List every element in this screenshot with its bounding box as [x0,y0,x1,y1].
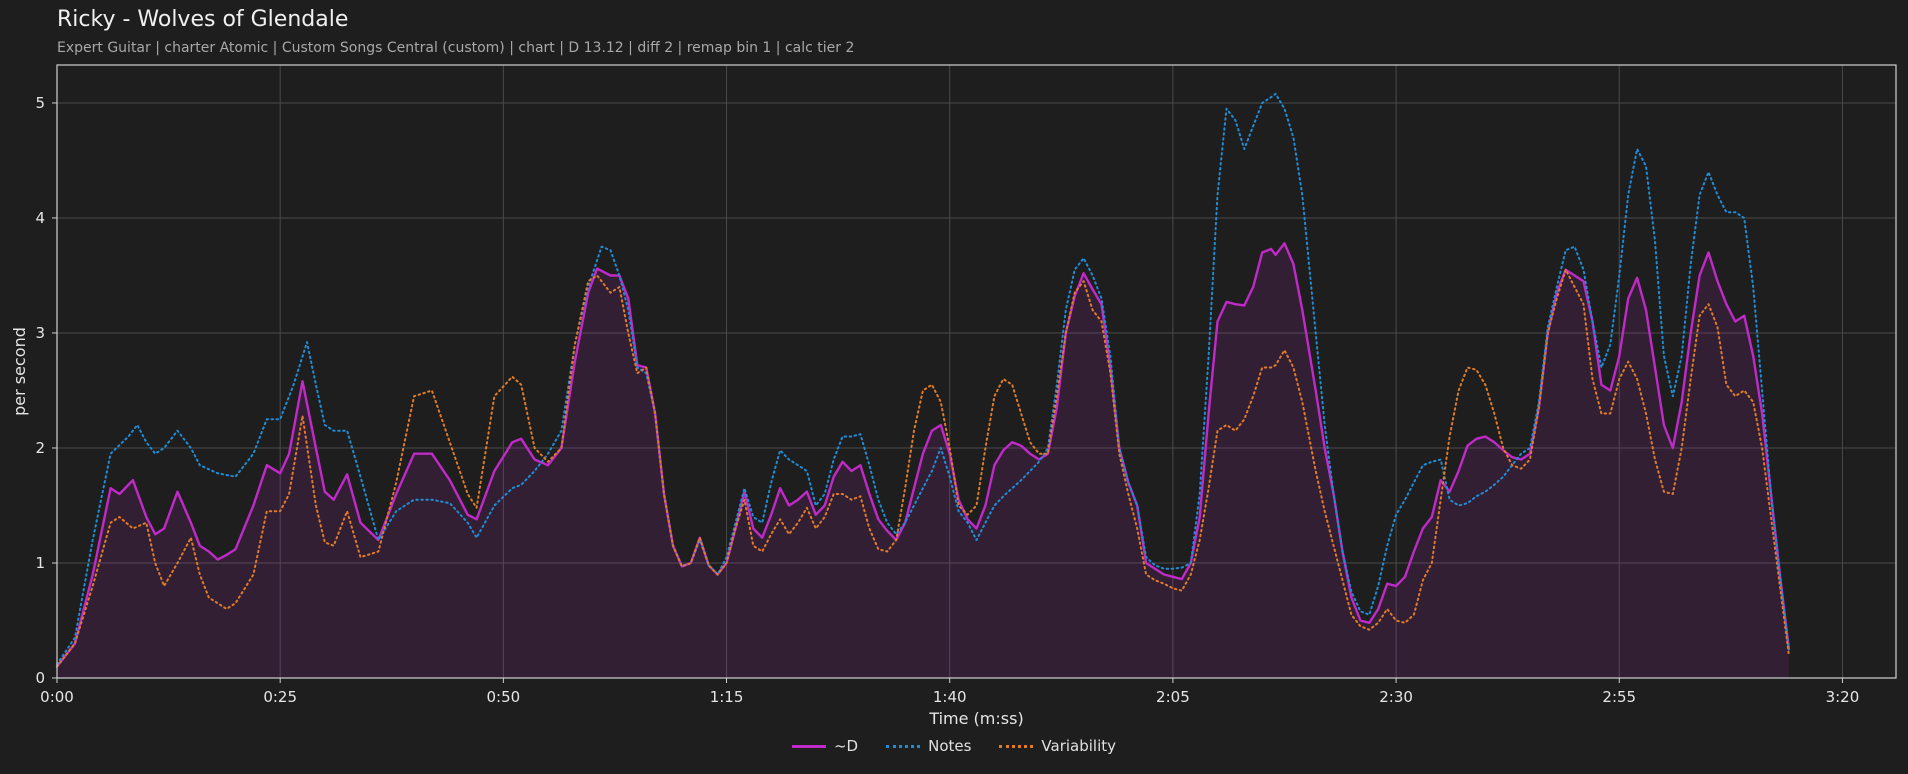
x-tick-label: 2:30 [1379,688,1413,706]
x-tick-label: 1:40 [933,688,967,706]
x-tick-label: 0:50 [487,688,521,706]
x-tick-label: 2:55 [1602,688,1636,706]
x-tick-label: 1:15 [710,688,744,706]
legend-item: Notes [886,737,971,755]
x-tick-label: 0:00 [40,688,74,706]
y-tick-label: 1 [35,554,45,572]
y-tick-label: 2 [35,439,45,457]
y-tick-label: 0 [35,669,45,687]
line-chart: 0:00 0:25 0:50 1:15 1:40 2:05 2:30 2:55 3:20 0 1 2 3… [10,64,1897,728]
x-tick-label: 3:20 [1826,688,1860,706]
x-tick-label: 0:25 [263,688,297,706]
y-tick-label: 4 [35,209,45,227]
y-axis-label: per second [10,327,29,416]
x-axis-label: Time (m:ss) [928,709,1023,728]
legend-item: ~D [791,737,859,755]
legend-label: Notes [928,737,972,755]
x-tick-label: 2:05 [1156,688,1190,706]
legend-label: Variability [1041,737,1117,755]
legend-swatch [791,744,826,748]
y-tick-label: 3 [35,324,45,342]
y-tick-label: 5 [35,94,45,112]
legend-swatch [886,744,921,748]
legend-label: ~D [833,737,859,755]
legend-swatch [999,744,1034,748]
legend-item: Variability [999,737,1116,755]
legend: ~D Notes Variability [0,737,1908,755]
